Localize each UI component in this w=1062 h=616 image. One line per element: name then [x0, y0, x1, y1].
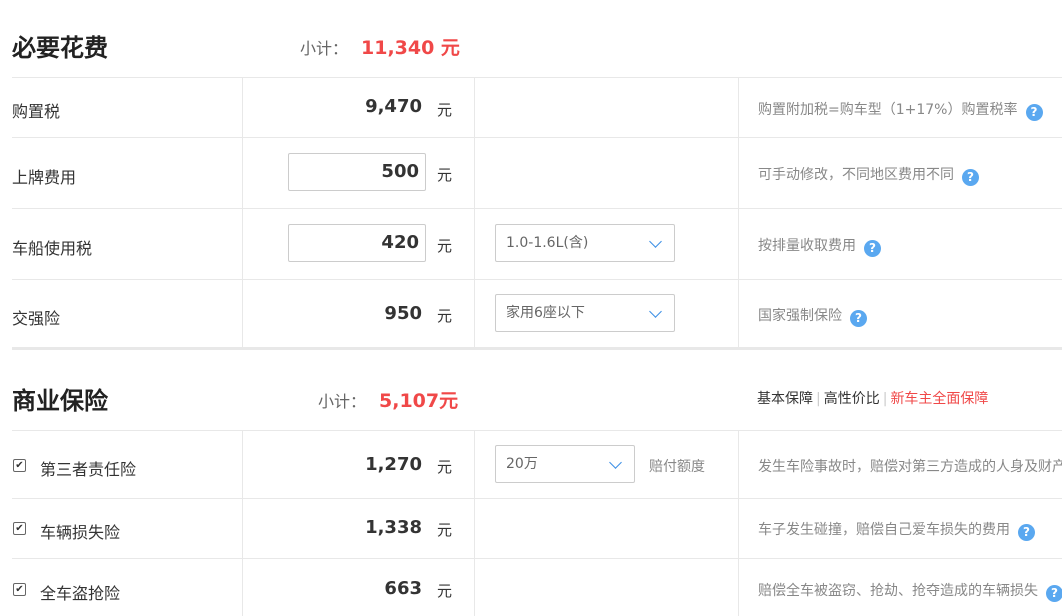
row-unit: 元 — [437, 237, 453, 255]
column-divider — [738, 77, 739, 348]
insurance-checkbox[interactable]: ✔ — [13, 522, 26, 535]
help-icon[interactable]: ? — [1046, 585, 1062, 602]
column-divider — [242, 77, 243, 348]
row-unit: 元 — [437, 582, 453, 600]
insurance-checkbox[interactable]: ✔ — [13, 583, 26, 596]
note-text: 车子发生碰撞，赔偿自己爱车损失的费用 — [758, 522, 1010, 538]
row-amount: 663 — [384, 578, 422, 599]
row-name: 上牌费用 — [12, 168, 77, 187]
row-amount: 950 — [384, 303, 422, 324]
row-divider — [12, 77, 1062, 78]
row-amount: 9,470 — [365, 96, 422, 117]
row-name: 交强险 — [12, 309, 61, 328]
row-note: 发生车险事故时，赔偿对第三方造成的人身及财产 — [758, 459, 1062, 475]
subtotal-value: 11,340 元 — [361, 37, 460, 59]
section-separator — [12, 347, 1062, 350]
plate-fee-input[interactable]: 500 — [288, 153, 426, 191]
coverage-select[interactable]: 20万 — [495, 445, 635, 483]
row-name: 全车盗抢险 — [40, 584, 121, 603]
row-name: 车辆损失险 — [40, 523, 121, 542]
note-text: 购置附加税=购车型（1+17%）购置税率 — [758, 102, 1018, 118]
row-name: 购置税 — [12, 102, 61, 121]
tab-value[interactable]: 高性价比 — [824, 391, 880, 407]
row-note: 可手动修改，不同地区费用不同? — [758, 164, 979, 186]
seat-type-select[interactable]: 家用6座以下 — [495, 294, 675, 332]
row-note: 按排量收取费用? — [758, 235, 881, 257]
help-icon[interactable]: ? — [850, 310, 867, 327]
row-unit: 元 — [437, 101, 453, 119]
subtotal-label: 小计： — [300, 39, 349, 58]
section-title-required: 必要花费 — [12, 34, 108, 62]
plan-tabs: 基本保障 | 高性价比 | 新车主全面保障 — [757, 391, 989, 407]
help-icon[interactable]: ? — [962, 169, 979, 186]
row-note: 国家强制保险? — [758, 305, 867, 327]
row-divider — [12, 430, 1062, 431]
row-divider — [12, 279, 1062, 280]
vehicle-tax-input[interactable]: 420 — [288, 224, 426, 262]
select-label: 赔付额度 — [649, 459, 705, 475]
row-amount: 1,270 — [365, 454, 422, 475]
subtotal-value: 5,107元 — [379, 390, 459, 412]
row-divider — [12, 208, 1062, 209]
chevron-down-icon — [649, 235, 662, 248]
insurance-checkbox[interactable]: ✔ — [13, 459, 26, 472]
row-unit: 元 — [437, 307, 453, 325]
tab-full[interactable]: 新车主全面保障 — [890, 391, 988, 407]
row-divider — [12, 498, 1062, 499]
row-note: 购置附加税=购车型（1+17%）购置税率? — [758, 99, 1043, 121]
row-unit: 元 — [437, 458, 453, 476]
note-text: 按排量收取费用 — [758, 238, 856, 254]
help-icon[interactable]: ? — [864, 240, 881, 257]
select-value: 家用6座以下 — [506, 305, 585, 321]
note-text: 国家强制保险 — [758, 308, 842, 324]
help-icon[interactable]: ? — [1018, 524, 1035, 541]
help-icon[interactable]: ? — [1025, 104, 1043, 121]
row-divider — [12, 137, 1062, 138]
note-text: 赔偿全车被盗窃、抢劫、抢夺造成的车辆损失 — [758, 583, 1038, 599]
row-amount: 1,338 — [365, 517, 422, 538]
column-divider — [242, 430, 243, 616]
row-unit: 元 — [437, 521, 453, 539]
row-note: 赔偿全车被盗窃、抢劫、抢夺造成的车辆损失? — [758, 580, 1062, 602]
section-title-commercial: 商业保险 — [12, 387, 108, 415]
row-note: 车子发生碰撞，赔偿自己爱车损失的费用? — [758, 519, 1035, 541]
row-divider — [12, 558, 1062, 559]
column-divider — [474, 430, 475, 616]
subtotal-label: 小计： — [318, 392, 367, 411]
displacement-select[interactable]: 1.0-1.6L(含) — [495, 224, 675, 262]
row-unit: 元 — [437, 166, 453, 184]
tab-basic[interactable]: 基本保障 — [757, 391, 813, 407]
chevron-down-icon — [649, 305, 662, 318]
chevron-down-icon — [609, 456, 622, 469]
column-divider — [738, 430, 739, 616]
note-text: 可手动修改，不同地区费用不同 — [758, 167, 954, 183]
row-name: 第三者责任险 — [40, 460, 137, 479]
row-name: 车船使用税 — [12, 239, 93, 258]
select-value: 20万 — [506, 456, 538, 472]
column-divider — [474, 77, 475, 348]
select-value: 1.0-1.6L(含) — [506, 235, 589, 251]
